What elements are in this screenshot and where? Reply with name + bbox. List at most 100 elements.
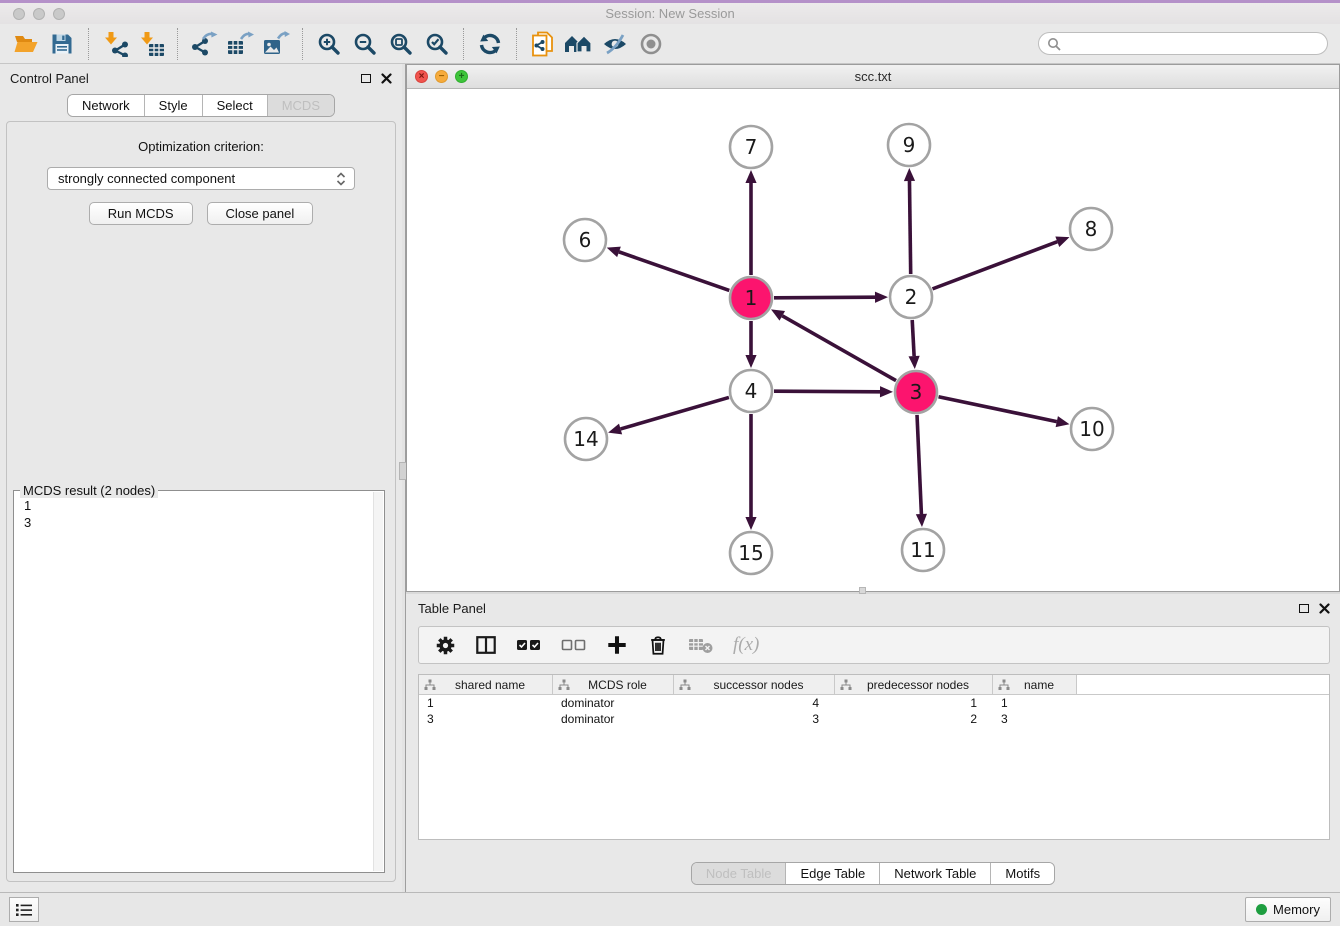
apply-layout-button[interactable] [472,27,508,61]
graph-node-label-10: 10 [1079,417,1104,441]
graph-edge-3-11[interactable] [917,415,921,514]
zoom-out-button[interactable] [347,27,383,61]
show-all-button[interactable] [633,27,669,61]
graph-edge-1-6[interactable] [619,252,729,291]
export-table-button[interactable] [222,27,258,61]
table-tab-edge-table[interactable]: Edge Table [785,863,879,884]
network-minimize-button[interactable]: − [435,70,448,83]
column-header-MCDS-role[interactable]: MCDS role [553,675,674,694]
table-cell[interactable]: 2 [835,712,993,726]
table-row[interactable]: 1dominator411 [419,695,1329,711]
tab-network[interactable]: Network [68,95,144,116]
tab-select[interactable]: Select [202,95,267,116]
canvas-resize-handle[interactable] [859,587,866,594]
import-network-button[interactable] [97,27,133,61]
search-field[interactable] [1038,32,1328,55]
graph-edge-arrowhead [909,356,920,369]
table-row[interactable]: 3dominator323 [419,711,1329,727]
eye-icon [638,32,664,56]
graph-edge-arrowhead [875,292,888,303]
network-maximize-button[interactable]: + [455,70,468,83]
graph-edge-2-9[interactable] [909,181,910,274]
delete-table-button[interactable] [688,634,714,656]
export-network-button[interactable] [186,27,222,61]
graph-node-label-1: 1 [745,286,758,310]
run-mcds-button[interactable]: Run MCDS [89,202,193,225]
table-settings-button[interactable] [435,635,456,656]
memory-status-icon [1256,904,1267,915]
close-panel-button[interactable]: Close panel [207,202,314,225]
column-type-icon [998,679,1010,691]
optimization-criterion-label: Optimization criterion: [7,139,395,154]
criterion-dropdown[interactable]: strongly connected component [47,167,355,190]
deselect-all-columns-button[interactable] [561,634,587,656]
table-cell[interactable]: 1 [419,696,553,710]
table-cell[interactable]: dominator [553,696,674,710]
network-canvas[interactable]: 7968124314101511 [407,89,1339,591]
graph-edge-4-3[interactable] [774,391,880,392]
close-panel-icon[interactable] [381,73,392,84]
graph-edge-3-10[interactable] [939,397,1057,422]
table-cell[interactable]: 3 [993,712,1077,726]
import-table-button[interactable] [133,27,169,61]
network-window: × − + scc.txt 7968124314101511 [406,64,1340,592]
toolbar-separator [463,28,464,60]
table-cell[interactable]: dominator [553,712,674,726]
table-tab-network-table[interactable]: Network Table [879,863,990,884]
graph-edge-2-3[interactable] [912,320,914,356]
export-image-button[interactable] [258,27,294,61]
unchecked-boxes-icon [561,634,587,656]
float-panel-icon[interactable] [361,74,371,83]
control-panel: Control Panel NetworkStyleSelectMCDS Opt… [0,64,402,892]
app-titlebar: Session: New Session [0,3,1340,24]
task-history-button[interactable] [9,897,39,922]
function-builder-button[interactable]: f(x) [733,634,759,656]
column-header-successor-nodes[interactable]: successor nodes [674,675,835,694]
result-scrollbar[interactable] [373,492,383,871]
create-column-button[interactable] [606,634,628,656]
open-folder-icon [13,32,39,56]
memory-button[interactable]: Memory [1245,897,1331,922]
hide-selected-button[interactable] [597,27,633,61]
graph-edge-4-14[interactable] [621,397,729,429]
network-graph[interactable]: 7968124314101511 [407,89,1339,591]
delete-columns-button[interactable] [647,634,669,656]
zoom-fit-button[interactable] [383,27,419,61]
duplicate-network-button[interactable] [525,27,561,61]
table-cell[interactable]: 3 [674,712,835,726]
table-cell[interactable]: 3 [419,712,553,726]
first-neighbors-button[interactable] [561,27,597,61]
graph-edge-arrowhead [916,514,927,527]
table-tab-motifs[interactable]: Motifs [990,863,1054,884]
close-table-panel-icon[interactable] [1319,603,1330,614]
graph-node-label-11: 11 [910,538,935,562]
zoom-selected-button[interactable] [419,27,455,61]
graph-edge-3-1[interactable] [782,316,896,381]
table-cell[interactable]: 4 [674,696,835,710]
node-table[interactable]: shared nameMCDS rolesuccessor nodesprede… [418,674,1330,840]
table-cell[interactable]: 1 [993,696,1077,710]
zoom-in-button[interactable] [311,27,347,61]
select-all-columns-button[interactable] [516,634,542,656]
graph-edge-arrowhead [880,386,893,397]
column-header-name[interactable]: name [993,675,1077,694]
tab-style[interactable]: Style [144,95,202,116]
save-session-button[interactable] [44,27,80,61]
open-session-button[interactable] [8,27,44,61]
table-tab-node-table[interactable]: Node Table [692,863,786,884]
network-close-button[interactable]: × [415,70,428,83]
network-window-titlebar[interactable]: × − + scc.txt [407,65,1339,89]
search-input[interactable] [1066,37,1319,51]
column-header-predecessor-nodes[interactable]: predecessor nodes [835,675,993,694]
tab-mcds[interactable]: MCDS [267,95,334,116]
column-header-shared-name[interactable]: shared name [419,675,553,694]
toggle-panel-layout-button[interactable] [475,634,497,656]
graph-node-label-6: 6 [579,228,592,252]
split-columns-icon [475,634,497,656]
export-image-icon [262,31,290,57]
graph-edge-1-2[interactable] [774,297,875,298]
main-toolbar [0,24,1340,64]
table-cell[interactable]: 1 [835,696,993,710]
float-table-panel-icon[interactable] [1299,604,1309,613]
graph-edge-2-8[interactable] [933,242,1058,289]
